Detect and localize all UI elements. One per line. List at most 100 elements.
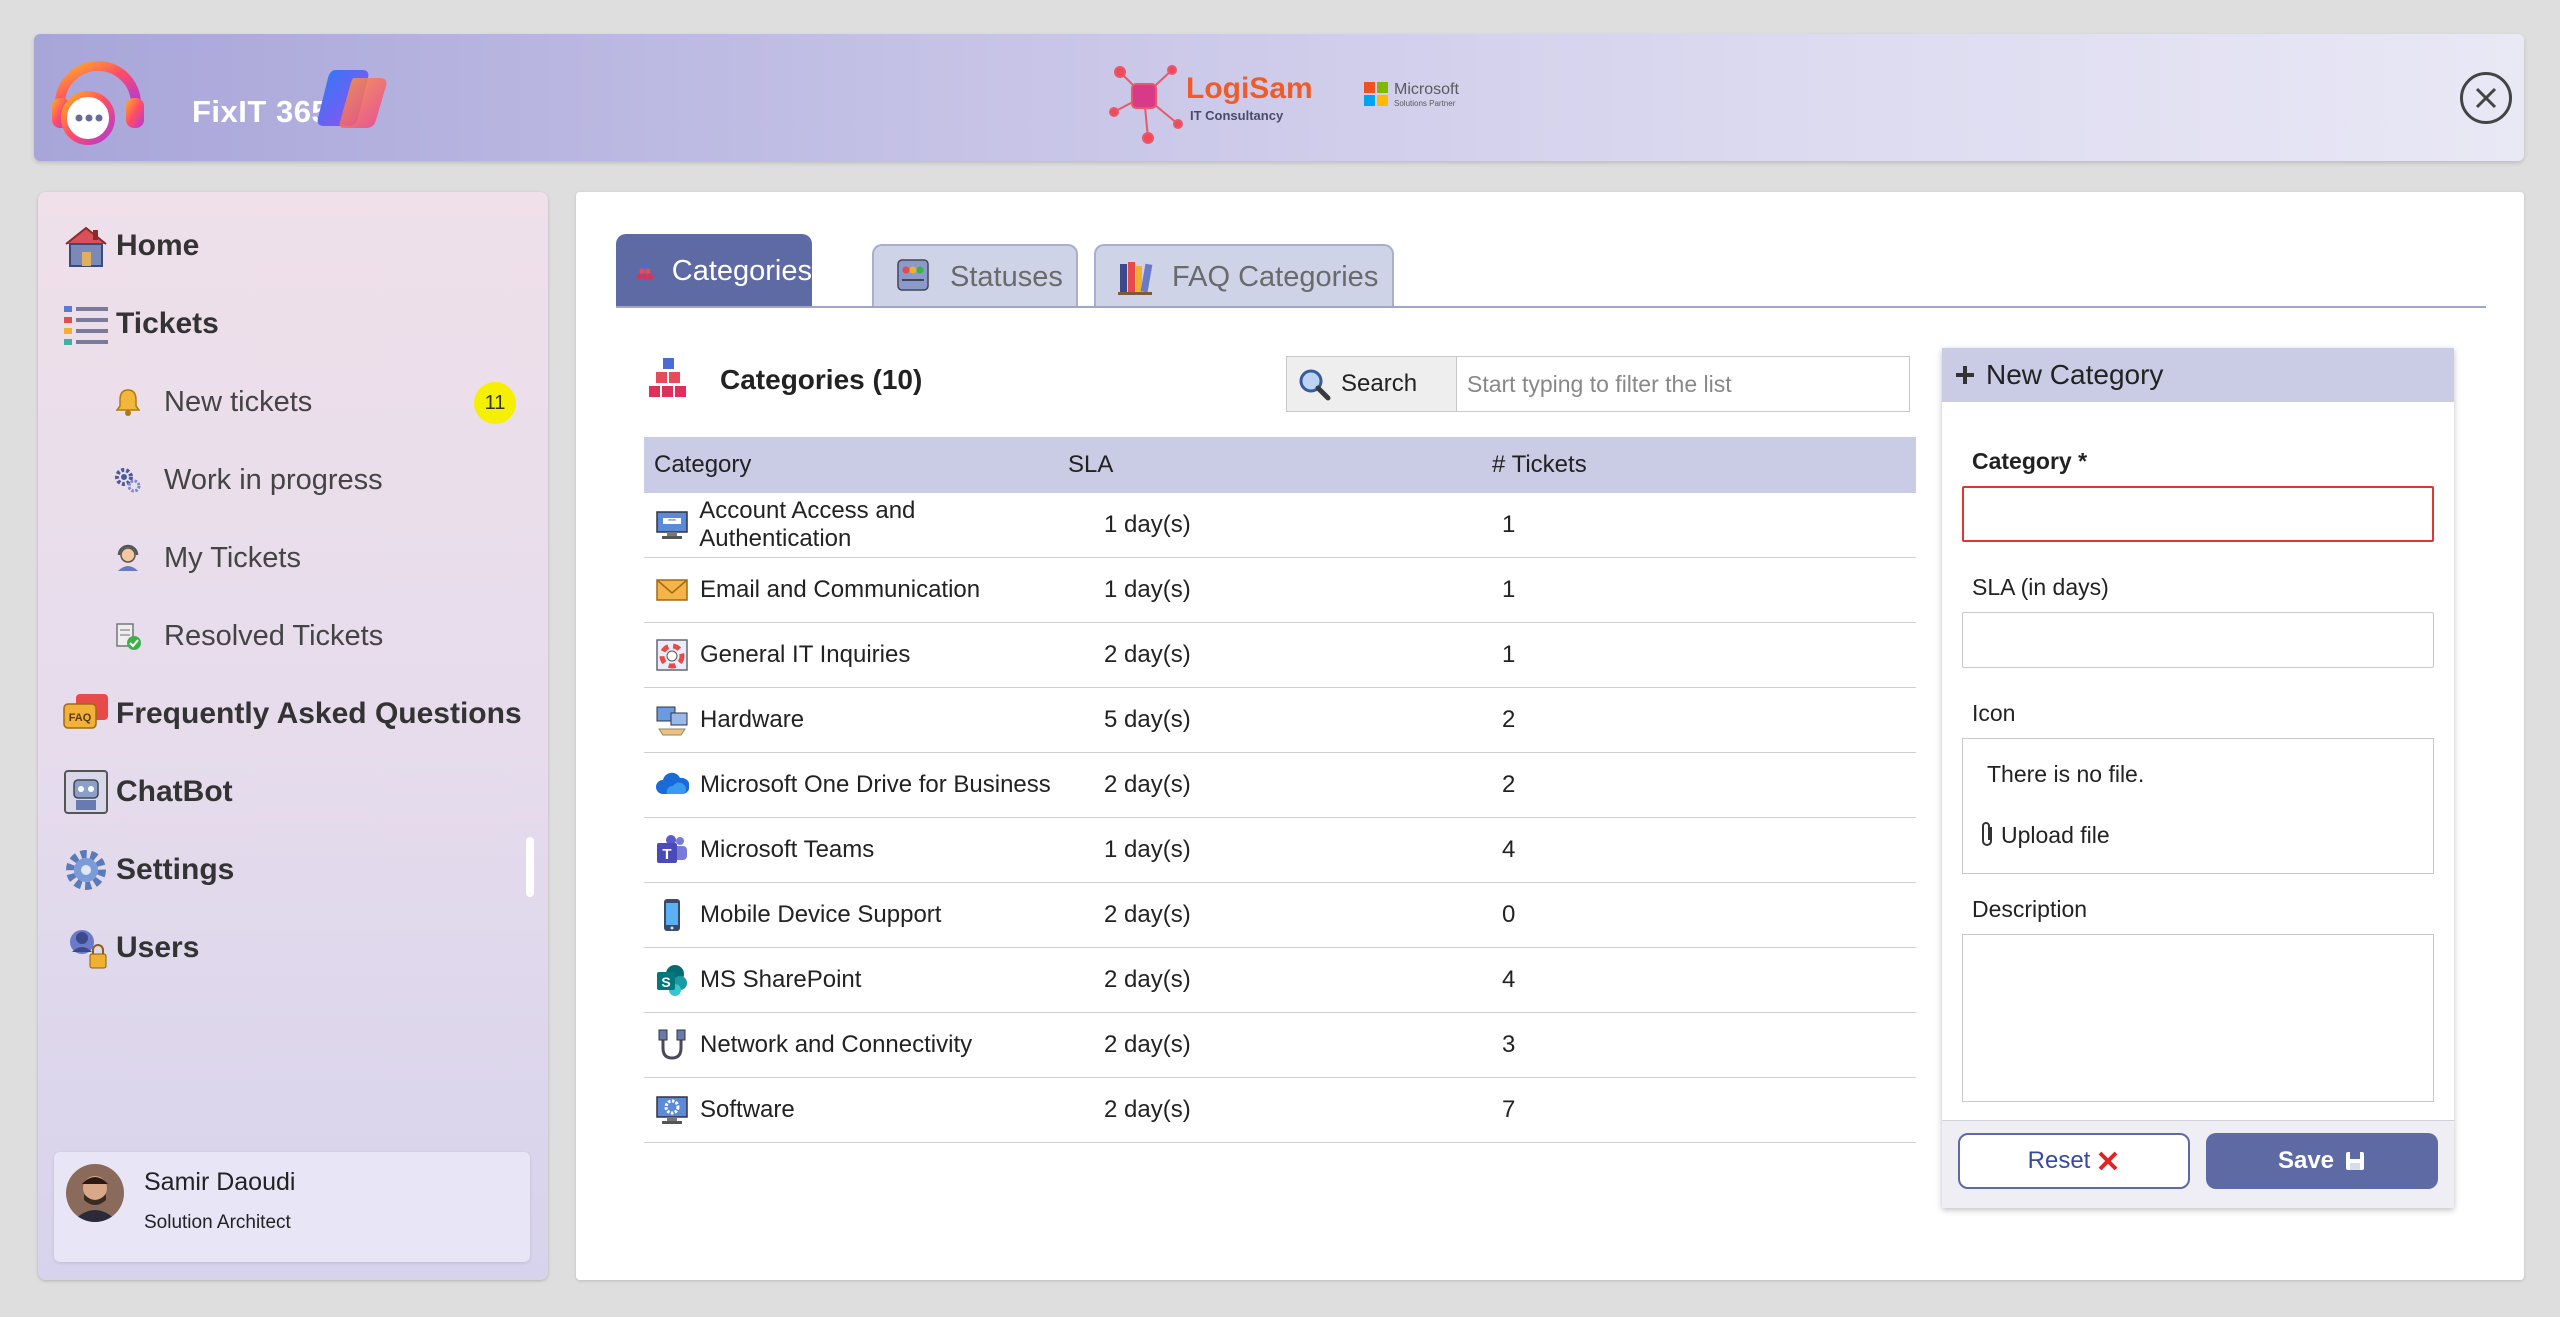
tab-statuses[interactable]: Statuses <box>872 244 1078 308</box>
column-header-category[interactable]: Category <box>644 451 1068 479</box>
column-header-sla[interactable]: SLA <box>1068 451 1492 479</box>
plus-icon <box>1956 366 1974 384</box>
table-row[interactable]: **** Account Access and Authentication 1 d… <box>644 493 1916 558</box>
tab-divider <box>616 306 2486 308</box>
sidebar-item-resolved-tickets[interactable]: Resolved Tickets <box>110 611 383 661</box>
cell-sla: 1 day(s) <box>1104 836 1191 863</box>
save-button-label: Save <box>2277 1147 2335 1174</box>
sla-field[interactable] <box>1962 612 2434 668</box>
table-row[interactable]: Email and Communication 1 day(s) 1 <box>644 558 1916 623</box>
reset-button[interactable]: Reset <box>1958 1133 2190 1189</box>
sidebar-item-settings[interactable]: Settings <box>60 842 234 898</box>
cell-tickets: 4 <box>1502 966 1516 993</box>
table-row[interactable]: Network and Connectivity 2 day(s) 3 <box>644 1013 1916 1078</box>
no-file-text: There is no file. <box>1987 761 2145 787</box>
category-name: Microsoft One Drive for Business <box>700 771 1051 798</box>
cell-sla: 2 day(s) <box>1104 771 1191 798</box>
category-name: Network and Connectivity <box>700 1031 973 1058</box>
cell-category: Email and Communication <box>644 573 1068 607</box>
sidebar-item-label: My Tickets <box>164 541 301 574</box>
lifebuoy-icon <box>644 638 700 672</box>
upload-file-label: Upload file <box>2001 821 2110 848</box>
search-button[interactable]: Search <box>1287 357 1457 411</box>
cell-category: General IT Inquiries <box>644 638 1068 672</box>
sidebar-item-label: ChatBot <box>116 775 233 808</box>
network-cable-icon <box>644 1028 700 1062</box>
table-row[interactable]: T Microsoft Teams 1 day(s) 4 <box>644 818 1916 883</box>
table-row[interactable]: S MS SharePoint 2 day(s) 4 <box>644 948 1916 1013</box>
table-row[interactable]: General IT Inquiries 2 day(s) 1 <box>644 623 1916 688</box>
upload-file-link[interactable]: Upload file <box>1979 821 2110 849</box>
sidebar-item-users[interactable]: Users <box>60 920 199 976</box>
search-input[interactable] <box>1457 357 1909 411</box>
cell-tickets: 4 <box>1502 836 1516 863</box>
cell-tickets: 7 <box>1502 1096 1516 1123</box>
cell-category: Mobile Device Support <box>644 898 1068 932</box>
close-button[interactable] <box>2460 72 2512 124</box>
tab-categories[interactable]: Categories <box>616 234 812 308</box>
close-icon <box>2475 87 2497 109</box>
save-button[interactable]: Save <box>2206 1133 2438 1189</box>
table-header: Category SLA # Tickets <box>644 437 1916 493</box>
avatar <box>66 1164 124 1222</box>
sidebar-item-my-tickets[interactable]: My Tickets <box>110 533 301 583</box>
fixit-headset-logo-icon <box>52 61 144 145</box>
sidebar-item-faq[interactable]: FAQ Frequently Asked Questions <box>60 686 522 742</box>
red-x-icon <box>2098 1151 2118 1171</box>
search-icon <box>1299 369 1331 401</box>
ms-partner-line1: Microsoft <box>1394 81 1459 98</box>
sidebar-item-label: New tickets <box>164 385 313 418</box>
cell-tickets: 1 <box>1502 511 1516 538</box>
table-row[interactable]: Hardware 5 day(s) 2 <box>644 688 1916 753</box>
cell-sla: 1 day(s) <box>1104 511 1191 538</box>
table-row[interactable]: Mobile Device Support 2 day(s) 0 <box>644 883 1916 948</box>
sidebar-item-label: Settings <box>116 853 235 886</box>
cell-tickets: 2 <box>1502 771 1516 798</box>
category-name: General IT Inquiries <box>700 641 911 668</box>
new-tickets-count-badge: 11 <box>474 382 516 424</box>
cell-category: Microsoft One Drive for Business <box>644 768 1068 802</box>
cell-category: T Microsoft Teams <box>644 833 1068 867</box>
user-profile-card[interactable]: Samir Daoudi Solution Architect <box>54 1152 530 1262</box>
app-header: FixIT 365 LogiSam IT Consultancy Microso… <box>34 34 2524 161</box>
categories-cubes-icon <box>649 358 686 397</box>
sidebar-item-home[interactable]: Home <box>60 218 199 274</box>
sidebar: Home Tickets New tickets 11 Work in prog… <box>38 192 548 1280</box>
svg-text:T: T <box>662 846 671 863</box>
sidebar-item-tickets[interactable]: Tickets <box>60 296 219 352</box>
home-icon <box>60 220 112 272</box>
description-field[interactable] <box>1962 934 2434 1102</box>
resolved-check-icon <box>110 618 146 654</box>
onedrive-cloud-icon <box>644 768 700 802</box>
form-header: New Category <box>1942 348 2454 402</box>
tab-label: FAQ Categories <box>1172 260 1379 293</box>
partner-sub: IT Consultancy <box>1190 108 1284 123</box>
sidebar-item-chatbot[interactable]: ChatBot <box>60 764 233 820</box>
categories-table: Category SLA # Tickets **** Account Acces… <box>644 437 1916 1143</box>
categories-cubes-icon <box>636 263 653 279</box>
cell-category: Network and Connectivity <box>644 1028 1068 1062</box>
cell-tickets: 2 <box>1502 706 1516 733</box>
tab-label: Categories <box>671 254 812 287</box>
chatbot-robot-icon <box>60 766 112 818</box>
hardware-icon <box>644 703 700 737</box>
category-name: Software <box>700 1096 795 1123</box>
table-row[interactable]: Software 2 day(s) 7 <box>644 1078 1916 1143</box>
category-name: MS SharePoint <box>700 966 862 993</box>
description-field-label: Description <box>1972 896 2088 922</box>
sidebar-item-new-tickets[interactable]: New tickets <box>110 377 312 427</box>
sidebar-item-work-in-progress[interactable]: Work in progress <box>110 455 383 505</box>
gear-icon <box>60 844 112 896</box>
tab-faq-categories[interactable]: FAQ Categories <box>1094 244 1394 308</box>
cell-tickets: 0 <box>1502 901 1516 928</box>
category-field[interactable] <box>1962 486 2434 542</box>
icon-field-label: Icon <box>1972 700 2016 726</box>
column-header-tickets[interactable]: # Tickets <box>1492 451 1916 479</box>
gears-icon <box>110 462 146 498</box>
sidebar-scrollbar[interactable] <box>526 837 534 897</box>
form-footer: Reset Save <box>1942 1120 2454 1208</box>
sharepoint-icon: S <box>644 963 700 997</box>
cell-sla: 2 day(s) <box>1104 641 1191 668</box>
table-row[interactable]: Microsoft One Drive for Business 2 day(s)… <box>644 753 1916 818</box>
cell-tickets: 1 <box>1502 576 1516 603</box>
